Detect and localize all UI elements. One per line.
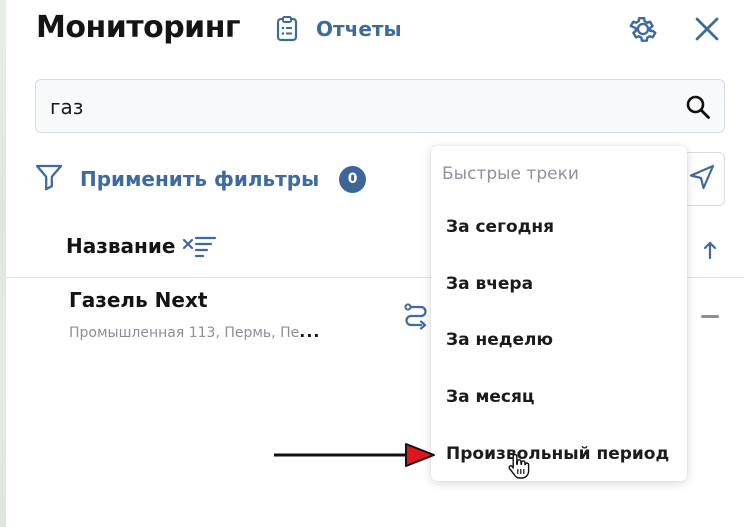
address-ellipsis: ... xyxy=(299,322,321,341)
reports-label: Отчеты xyxy=(316,17,402,41)
hand-cursor-icon xyxy=(508,453,530,479)
vehicle-name: Газель Next xyxy=(69,288,208,312)
route-icon[interactable] xyxy=(402,302,430,330)
menu-item-yesterday[interactable]: За вчера xyxy=(446,274,533,294)
page-title: Мониторинг xyxy=(36,10,241,45)
menu-item-month[interactable]: За месяц xyxy=(446,387,535,407)
quick-tracks-title: Быстрые треки xyxy=(442,164,579,184)
sort-clear-icon[interactable] xyxy=(182,232,218,260)
navigation-arrow-icon xyxy=(688,163,716,195)
pointer-arrow-annotation xyxy=(274,443,435,467)
apply-filters-label: Применить фильтры xyxy=(80,167,320,191)
search-icon[interactable] xyxy=(684,93,712,121)
menu-item-week[interactable]: За неделю xyxy=(446,330,553,350)
filter-count-badge: 0 xyxy=(339,165,367,193)
menu-item-custom-period[interactable]: Произвольный период xyxy=(446,444,669,464)
gear-icon xyxy=(627,13,659,49)
collapse-minus-icon[interactable] xyxy=(701,315,719,318)
search-box xyxy=(35,79,725,133)
map-background-strip xyxy=(0,0,6,527)
reports-button[interactable]: Отчеты xyxy=(274,14,402,44)
apply-filters-button[interactable]: Применить фильтры 0 xyxy=(34,162,367,196)
close-button[interactable] xyxy=(690,14,724,48)
filter-icon xyxy=(34,162,64,196)
vehicle-address: Промышленная 113, Пермь, Пе... xyxy=(69,322,320,341)
settings-button[interactable] xyxy=(626,14,660,48)
close-icon xyxy=(694,16,720,46)
clipboard-icon xyxy=(274,15,300,43)
sort-ascending-icon[interactable] xyxy=(698,236,722,264)
search-input[interactable] xyxy=(50,94,670,120)
vehicle-address-text: Промышленная 113, Пермь, Пе xyxy=(69,325,300,341)
column-header-name[interactable]: Название xyxy=(66,234,175,258)
menu-item-today[interactable]: За сегодня xyxy=(446,217,554,237)
quick-tracks-menu: Быстрые треки За сегодня За вчера За нед… xyxy=(431,146,687,481)
